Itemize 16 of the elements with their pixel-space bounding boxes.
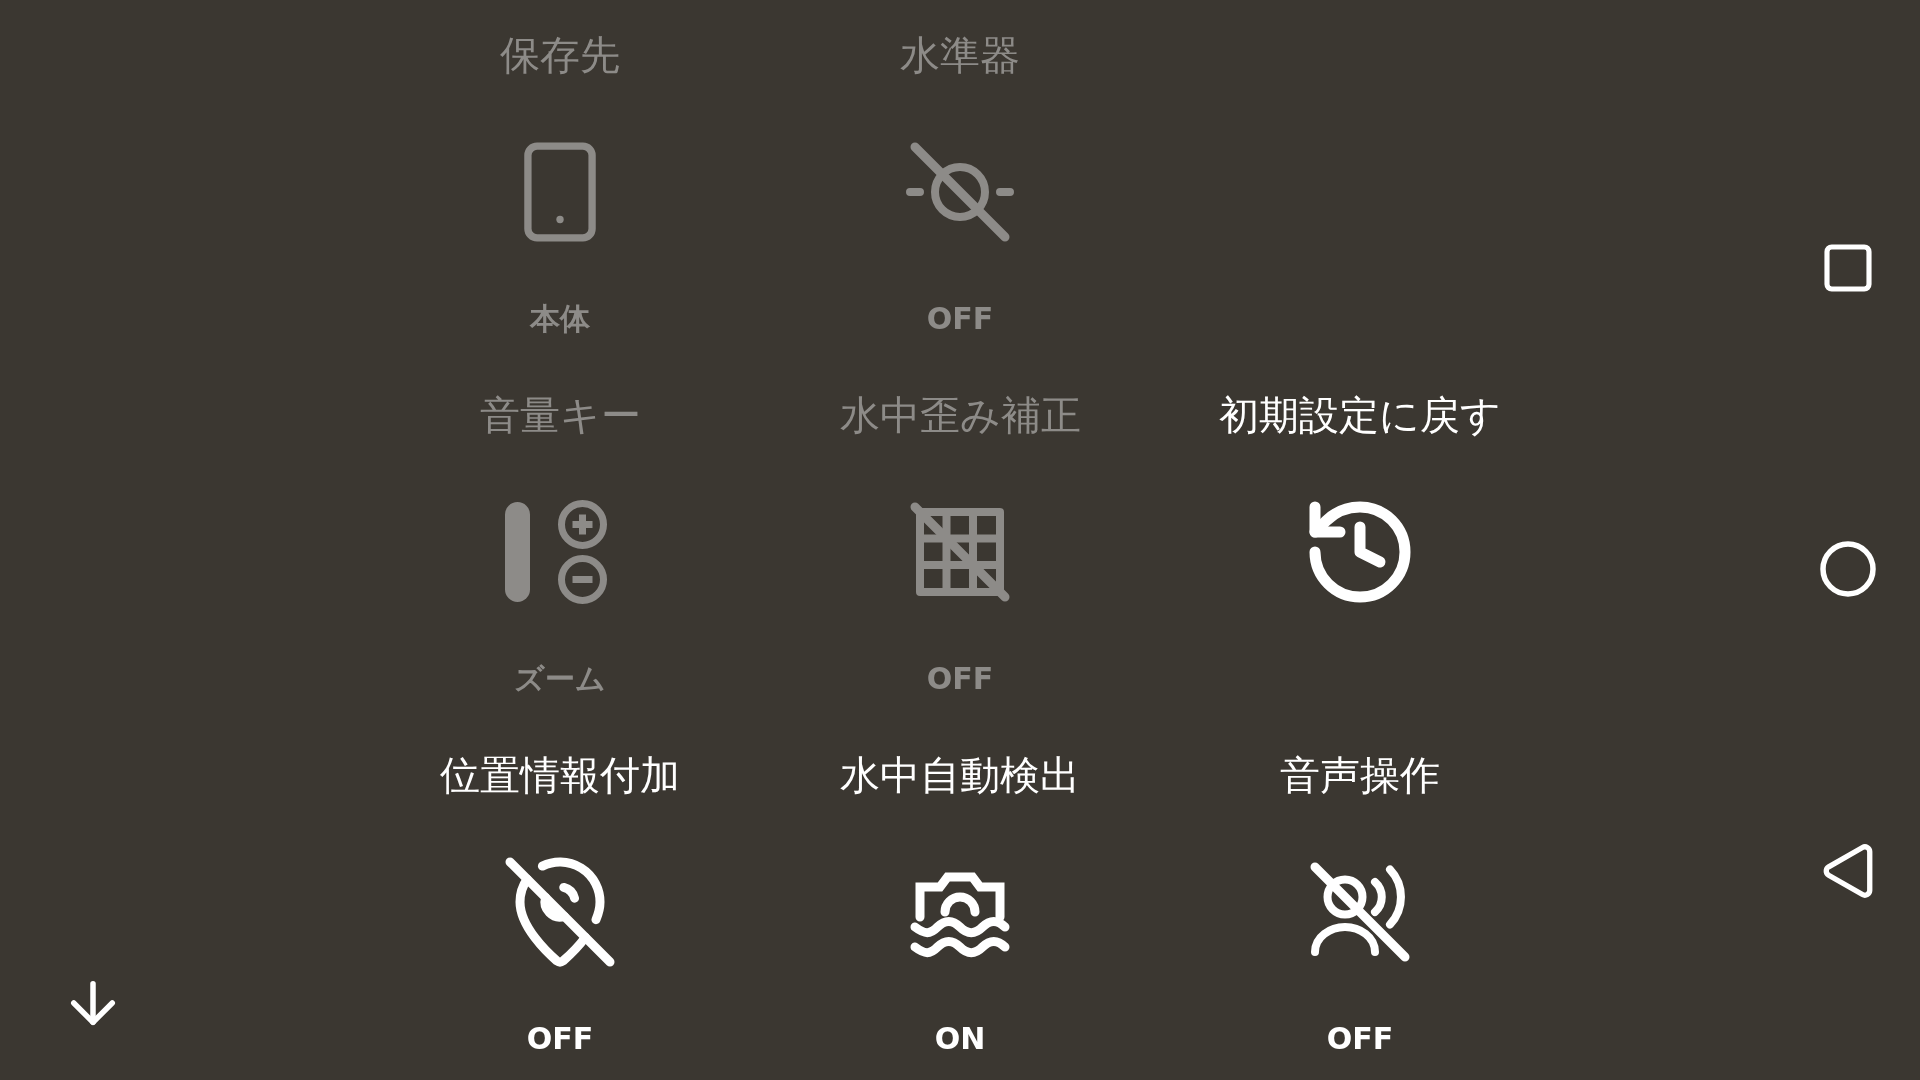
setting-label: 水中自動検出: [840, 751, 1080, 800]
setting-value: OFF: [526, 1019, 594, 1058]
setting-label: 水準器: [900, 31, 1020, 80]
setting-label: 初期設定に戻す: [1219, 391, 1501, 440]
setting-label: 音声操作: [1280, 751, 1440, 800]
setting-value: OFF: [926, 659, 994, 698]
setting-value: 本体: [530, 299, 590, 338]
setting-label: 保存先: [500, 31, 620, 80]
setting-value: OFF: [926, 299, 994, 338]
setting-value: ズーム: [514, 659, 606, 698]
setting-value: ON: [934, 1019, 986, 1058]
setting-label: 位置情報付加: [440, 751, 680, 800]
home-icon[interactable]: [1818, 539, 1878, 599]
setting-label: 音量キー: [479, 391, 641, 440]
setting-value: OFF: [1326, 1019, 1394, 1058]
setting-label: 水中歪み補正: [839, 391, 1081, 440]
